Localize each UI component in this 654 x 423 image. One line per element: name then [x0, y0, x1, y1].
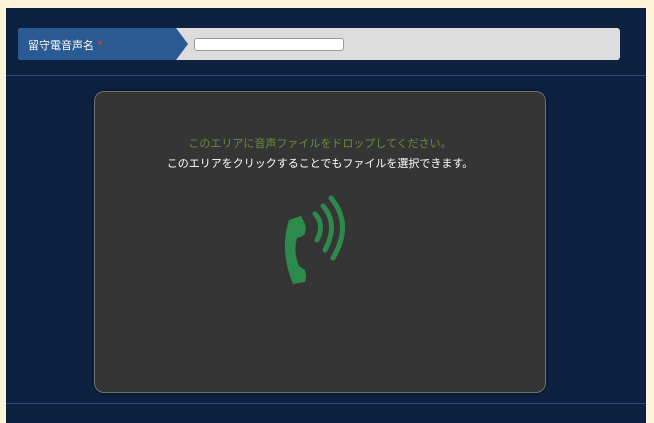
voicemail-name-row: 留守電音声名 * [18, 28, 620, 60]
voicemail-name-input[interactable] [194, 38, 344, 51]
divider [6, 75, 646, 76]
voicemail-name-label: 留守電音声名 [28, 39, 94, 52]
file-drop-zone[interactable]: このエリアに音声ファイルをドロップしてください。 このエリアをクリックすることで… [94, 91, 546, 393]
click-instruction: このエリアをクリックすることでもファイルを選択できます。 [166, 157, 474, 170]
required-mark: * [97, 38, 103, 52]
upload-panel: 留守電音声名 * このエリアに音声ファイルをドロップしてください。 このエリアをク… [6, 8, 646, 423]
field-label: 留守電音声名 * [18, 28, 188, 60]
drop-instruction: このエリアに音声ファイルをドロップしてください。 [188, 137, 452, 150]
divider [6, 403, 646, 404]
phone-sound-icon [275, 192, 365, 292]
